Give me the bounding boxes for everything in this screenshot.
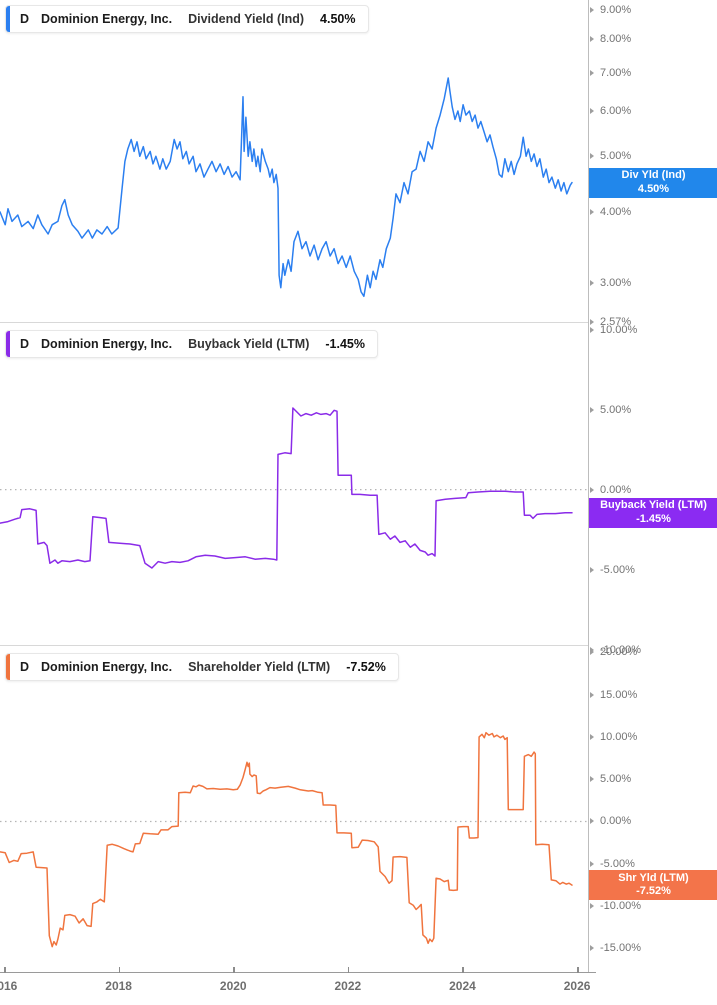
series-line [0,407,573,569]
tick-label: 6.00% [600,104,632,117]
x-axis-tick-mark [577,967,579,973]
tick-mark [590,280,594,287]
badge-metric-label: Buyback Yield (LTM) [600,499,707,512]
tick-label: -15.00% [600,942,641,955]
x-axis-year-label: 2016 [0,979,18,993]
tick-label: -10.00% [600,900,641,913]
tick-mark [590,566,594,573]
metric-name: Buyback Yield (LTM) [188,337,310,351]
tick-mark [590,649,594,656]
panel-2-plot[interactable] [0,322,588,645]
metric-name: Dividend Yield (Ind) [188,12,305,26]
tick-mark [590,486,594,493]
tick-mark [590,319,594,325]
x-axis-tick-mark [4,967,6,973]
legend-color-bar [6,6,10,32]
tick-label: 8.00% [600,33,632,46]
last-value-badge: Shr Yld (LTM) -7.52% [589,870,717,901]
x-axis-tick-mark [233,967,235,973]
last-value-badge: Div Yld (Ind) 4.50% [589,167,717,198]
tick-mark [590,818,594,825]
tick-label: 10.00% [600,323,638,336]
legend-buyback-yield[interactable]: D Dominion Energy, Inc. Buyback Yield (L… [5,330,378,358]
x-axis-year-label: 2024 [449,979,476,993]
company-name: Dominion Energy, Inc. [41,12,173,26]
legend-shareholder-yield[interactable]: D Dominion Energy, Inc. Shareholder Yiel… [5,653,399,681]
ticker-symbol: D [20,660,30,674]
panel-buyback-yield: D Dominion Energy, Inc. Buyback Yield (L… [0,322,588,646]
tick-mark [590,208,594,215]
panel-dividend-yield: D Dominion Energy, Inc. Dividend Yield (… [0,0,588,323]
tick-mark [590,107,594,114]
tick-mark [590,733,594,740]
x-axis-year-label: 2020 [219,979,247,993]
badge-value-label: -7.52% [636,885,671,898]
tick-mark [590,153,594,160]
stock-yield-dashboard: D Dominion Energy, Inc. Dividend Yield (… [0,0,717,1005]
series-line [0,731,573,948]
tick-mark [590,36,594,43]
series-line [0,77,573,298]
tick-label: 5.00% [600,773,632,786]
panel-shareholder-yield: D Dominion Energy, Inc. Shareholder Yiel… [0,645,588,972]
tick-label: 20.00% [600,646,638,659]
tick-label: 7.00% [600,66,632,79]
tick-label: 0.00% [600,483,632,496]
tick-label: 15.00% [600,688,638,701]
tick-mark [590,406,594,413]
panel-1-plot[interactable] [0,0,588,322]
x-axis-tick-mark [118,967,121,973]
metric-value: -1.45% [325,337,365,351]
tick-label: 5.00% [600,150,632,163]
right-price-axis[interactable]: 9.00% 8.00% 7.00% 6.00% 5.00% 4.00% 3.00% 2.57%… [588,0,717,972]
tick-label: 5.00% [600,403,632,416]
badge-value-label: -1.45% [636,512,671,525]
ticker-symbol: D [20,12,30,26]
tick-label: 4.00% [600,205,632,218]
x-axis-year-label: 2022 [334,979,362,993]
badge-value-label: 4.50% [637,182,670,195]
x-axis-tick-mark [462,967,464,973]
ticker-symbol: D [20,337,30,351]
metric-value: 4.50% [320,12,356,26]
x-axis-tick-mark [347,967,350,973]
company-name: Dominion Energy, Inc. [41,337,173,351]
company-name: Dominion Energy, Inc. [41,660,173,674]
panel-3-plot[interactable] [0,645,588,972]
tick-label: -5.00% [600,563,635,576]
badge-metric-label: Shr Yld (LTM) [618,871,689,884]
tick-mark [590,776,594,783]
tick-label: -5.00% [600,857,635,870]
tick-label: 0.00% [600,815,632,828]
tick-label: 3.00% [600,277,632,290]
tick-label: 9.00% [600,4,632,17]
tick-mark [590,860,594,867]
legend-dividend-yield[interactable]: D Dominion Energy, Inc. Dividend Yield (… [5,5,369,33]
metric-name: Shareholder Yield (LTM) [188,660,331,674]
tick-mark [590,945,594,952]
x-axis-year-label: 2018 [105,979,132,993]
last-value-badge: Buyback Yield (LTM) -1.45% [589,497,717,528]
badge-metric-label: Div Yld (Ind) [621,169,686,182]
metric-value: -7.52% [346,660,386,674]
tick-mark [590,903,594,910]
tick-mark [590,7,594,14]
tick-label: 10.00% [600,730,638,743]
legend-color-bar [6,331,10,357]
tick-mark [590,326,594,333]
legend-color-bar [6,654,10,680]
x-axis-line [0,972,596,973]
tick-mark [590,69,594,76]
x-axis-year-label: 2026 [563,979,591,993]
tick-mark [590,691,594,698]
